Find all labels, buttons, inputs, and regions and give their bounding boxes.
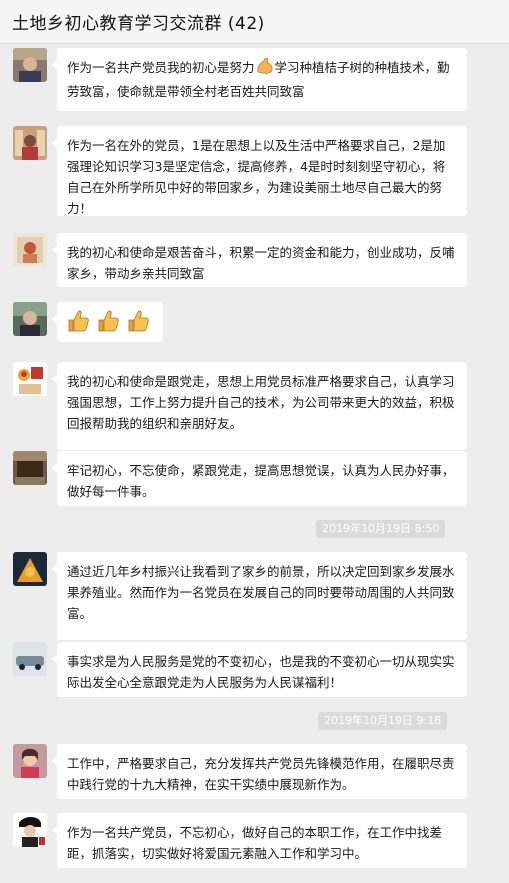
- message-text: 作为一名共产党员，不忘初心，做好自己的本职工作，在工作中找差距，抓落实，切实做好…: [67, 825, 443, 861]
- avatar[interactable]: [13, 552, 47, 586]
- message-list[interactable]: 作为一名共产党员我的初心是努力 学习种植桔子树的种植技术，勤劳致富，使命就是带领全…: [0, 44, 509, 883]
- avatar[interactable]: [13, 48, 47, 82]
- message-text: 牢记初心，不忘使命，紧跟党走，提高思想觉误，认真为人民办好事，做好每一件事。: [67, 463, 455, 499]
- avatar[interactable]: [13, 813, 47, 847]
- avatar[interactable]: [13, 642, 47, 676]
- avatar[interactable]: [13, 451, 47, 485]
- thumbs-up-icon: [125, 308, 151, 340]
- message-bubble[interactable]: 作为一名共产党员我的初心是努力 学习种植桔子树的种植技术，勤劳致富，使命就是带领全…: [52, 48, 467, 111]
- avatar[interactable]: [13, 362, 47, 396]
- message-bubble[interactable]: 通过近几年乡村振兴让我看到了家乡的前景，所以决定回到家乡发展水果养殖业。然而作为…: [52, 552, 467, 640]
- timestamp: 2019年10月19日 9:18: [318, 712, 448, 730]
- avatar[interactable]: [13, 744, 47, 778]
- group-title[interactable]: 土地乡初心教育学习交流群 (42): [12, 9, 265, 34]
- message-text: 作为一名在外的党员，1是在思想上以及生活中严格要求自己，2是加强理论知识学习3是…: [67, 138, 446, 216]
- message-bubble[interactable]: [52, 302, 163, 342]
- message-bubble[interactable]: 我的初心和使命是跟党走，思想上用党员标准严格要求自己，认真学习强国思想，工作上努…: [52, 362, 467, 450]
- message-text: 通过近几年乡村振兴让我看到了家乡的前景，所以决定回到家乡发展水果养殖业。然而作为…: [67, 564, 455, 621]
- message-bubble[interactable]: 我的初心和使命是艰苦奋斗，积累一定的资金和能力，创业成功，反哺家乡，带动乡亲共同…: [52, 233, 467, 287]
- message-text: 我的初心和使命是艰苦奋斗，积累一定的资金和能力，创业成功，反哺家乡，带动乡亲共同…: [67, 245, 455, 281]
- message-text: 作为一名共产党员我的初心是努力: [67, 60, 255, 75]
- thumbs-up-icon: [65, 308, 91, 340]
- avatar[interactable]: [13, 233, 47, 267]
- message-bubble[interactable]: 事实求是为人民服务是党的不变初心，也是我的不变初心一切从现实实际出发全心全意跟党…: [52, 642, 467, 697]
- message-text: 工作中，严格要求自己，充分发挥共产党员先锋模范作用，在履职尽责中践行党的十九大精…: [67, 756, 455, 792]
- avatar[interactable]: [13, 126, 47, 160]
- message-bubble[interactable]: 作为一名共产党员，不忘初心，做好自己的本职工作，在工作中找差距，抓落实，切实做好…: [52, 813, 467, 868]
- thumbs-up-icon: [95, 308, 121, 340]
- timestamp: 2019年10月19日 8:50: [316, 520, 446, 538]
- message-bubble[interactable]: 作为一名在外的党员，1是在思想上以及生活中严格要求自己，2是加强理论知识学习3是…: [52, 126, 467, 216]
- message-text: 我的初心和使命是跟党走，思想上用党员标准严格要求自己，认真学习强国思想，工作上努…: [67, 374, 455, 431]
- message-bubble[interactable]: 牢记初心，不忘使命，紧跟党走，提高思想觉误，认真为人民办好事，做好每一件事。: [52, 451, 467, 506]
- message-text: 事实求是为人民服务是党的不变初心，也是我的不变初心一切从现实实际出发全心全意跟党…: [67, 654, 455, 690]
- avatar[interactable]: [13, 302, 47, 336]
- chat-header: 土地乡初心教育学习交流群 (42): [0, 0, 509, 44]
- flexed-biceps-icon: [255, 57, 275, 81]
- message-bubble[interactable]: 工作中，严格要求自己，充分发挥共产党员先锋模范作用，在履职尽责中践行党的十九大精…: [52, 744, 467, 799]
